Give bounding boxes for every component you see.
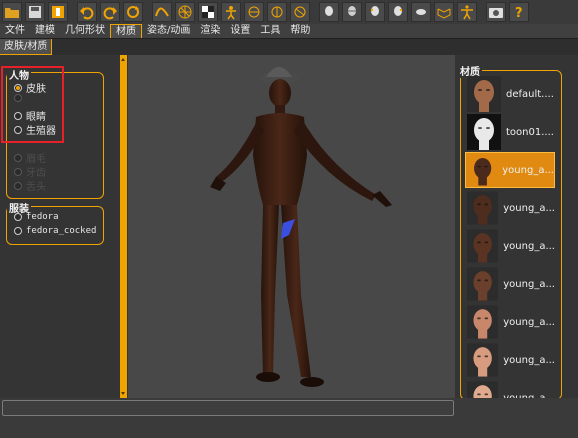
material-label: toon01.... (506, 126, 554, 138)
radio-fedora-cocked[interactable]: fedora_cocked (14, 226, 96, 236)
material-item[interactable]: young_a... (465, 304, 555, 340)
menu-tabs: 文件 建模 几何形状 材质 姿态/动画 渲染 设置 工具 帮助 (0, 24, 578, 38)
material-item[interactable]: young_a... (465, 266, 555, 302)
human-model[interactable] (128, 55, 455, 398)
material-label: young_a... (503, 354, 555, 366)
radio-button (14, 153, 22, 162)
bottom-bar (0, 398, 578, 438)
head (269, 79, 291, 107)
tab-pose-animate[interactable]: 姿态/动画 (142, 24, 195, 38)
save-icon[interactable] (25, 2, 45, 22)
tab-utilities[interactable]: 工具 (255, 24, 285, 38)
right-foot (300, 377, 324, 387)
head-right-icon[interactable] (388, 2, 408, 22)
material-label: young_a... (503, 240, 555, 252)
radio-label: 牙齿 (26, 168, 46, 179)
3d-viewport[interactable] (128, 55, 455, 398)
subtab-bar: 皮肤/材质 (0, 38, 578, 55)
tab-material[interactable]: 材质 (110, 24, 142, 38)
radio-teeth: 牙齿 (14, 164, 46, 179)
side-view-icon[interactable] (290, 2, 310, 22)
left-foot (256, 372, 280, 382)
left-scrollbar[interactable] (120, 55, 127, 398)
open-icon[interactable] (2, 2, 22, 22)
material-thumbnail (467, 229, 499, 263)
material-label: young_a... (502, 164, 554, 176)
help-icon[interactable]: ? (509, 2, 529, 22)
radio-label: fedora_cocked (26, 226, 97, 236)
highlight-annotation (1, 66, 64, 143)
hat-crown (266, 67, 292, 77)
head-top-icon[interactable] (411, 2, 431, 22)
head-front-icon[interactable] (319, 2, 339, 22)
radio-button (14, 181, 22, 190)
radio-tongue: 舌头 (14, 178, 46, 193)
material-thumbnail (467, 343, 499, 377)
tab-settings[interactable]: 设置 (225, 24, 255, 38)
material-label: young_a... (503, 316, 555, 328)
radio-button[interactable] (14, 213, 22, 221)
radio-label: 眉毛 (26, 154, 46, 165)
material-item[interactable]: default.... (465, 76, 555, 112)
material-label: young_a... (503, 278, 555, 290)
tab-file[interactable]: 文件 (0, 24, 30, 38)
subtab-skin-material[interactable]: 皮肤/材质 (0, 39, 53, 55)
material-label: young_a... (503, 202, 555, 214)
radio-button[interactable] (14, 227, 22, 235)
reset-camera-icon[interactable] (434, 2, 454, 22)
background-icon[interactable] (198, 2, 218, 22)
main-toolbar: ? (0, 0, 578, 25)
tab-render[interactable]: 渲染 (195, 24, 225, 38)
material-thumbnail (467, 114, 501, 150)
svg-text:?: ? (515, 6, 523, 20)
right-panel: 材质 default.... toon01.... young_a... young_… (455, 55, 578, 415)
head-left-icon[interactable] (365, 2, 385, 22)
t-pose-icon[interactable] (457, 2, 477, 22)
material-label: default.... (506, 88, 554, 100)
pose-icon[interactable] (221, 2, 241, 22)
radio-fedora[interactable]: fedora (14, 212, 59, 222)
undo-icon[interactable] (77, 2, 97, 22)
radio-label: 舌头 (26, 182, 46, 193)
tab-geometry[interactable]: 几何形状 (60, 24, 110, 38)
tab-modelling[interactable]: 建模 (30, 24, 60, 38)
material-thumbnail (467, 76, 501, 112)
export-icon[interactable] (48, 2, 68, 22)
wireframe-icon[interactable] (175, 2, 195, 22)
back-view-icon[interactable] (267, 2, 287, 22)
front-view-icon[interactable] (244, 2, 264, 22)
smooth-icon[interactable] (152, 2, 172, 22)
material-thumbnail (467, 267, 499, 301)
screenshot-icon[interactable] (486, 2, 506, 22)
scroll-up-icon[interactable] (121, 58, 125, 61)
redo-icon[interactable] (100, 2, 120, 22)
right-hand (372, 191, 392, 207)
material-thumbnail (467, 305, 499, 339)
material-thumbnail (474, 157, 492, 186)
reset-icon[interactable] (123, 2, 143, 22)
material-item[interactable]: young_a... (465, 190, 555, 226)
material-item[interactable]: young_a... (465, 228, 555, 264)
material-item[interactable]: toon01.... (465, 114, 555, 150)
material-item[interactable]: young_a... (465, 152, 555, 188)
radio-button (14, 167, 22, 176)
scroll-down-icon[interactable] (121, 392, 125, 395)
material-item[interactable]: young_a... (465, 342, 555, 378)
head-back-icon[interactable] (342, 2, 362, 22)
material-thumbnail (467, 191, 499, 225)
tab-help[interactable]: 帮助 (285, 24, 315, 38)
radio-eyebrows: 眉毛 (14, 150, 46, 165)
radio-label: fedora (26, 212, 59, 222)
left-leg (261, 205, 279, 375)
command-line-input[interactable] (2, 400, 454, 416)
